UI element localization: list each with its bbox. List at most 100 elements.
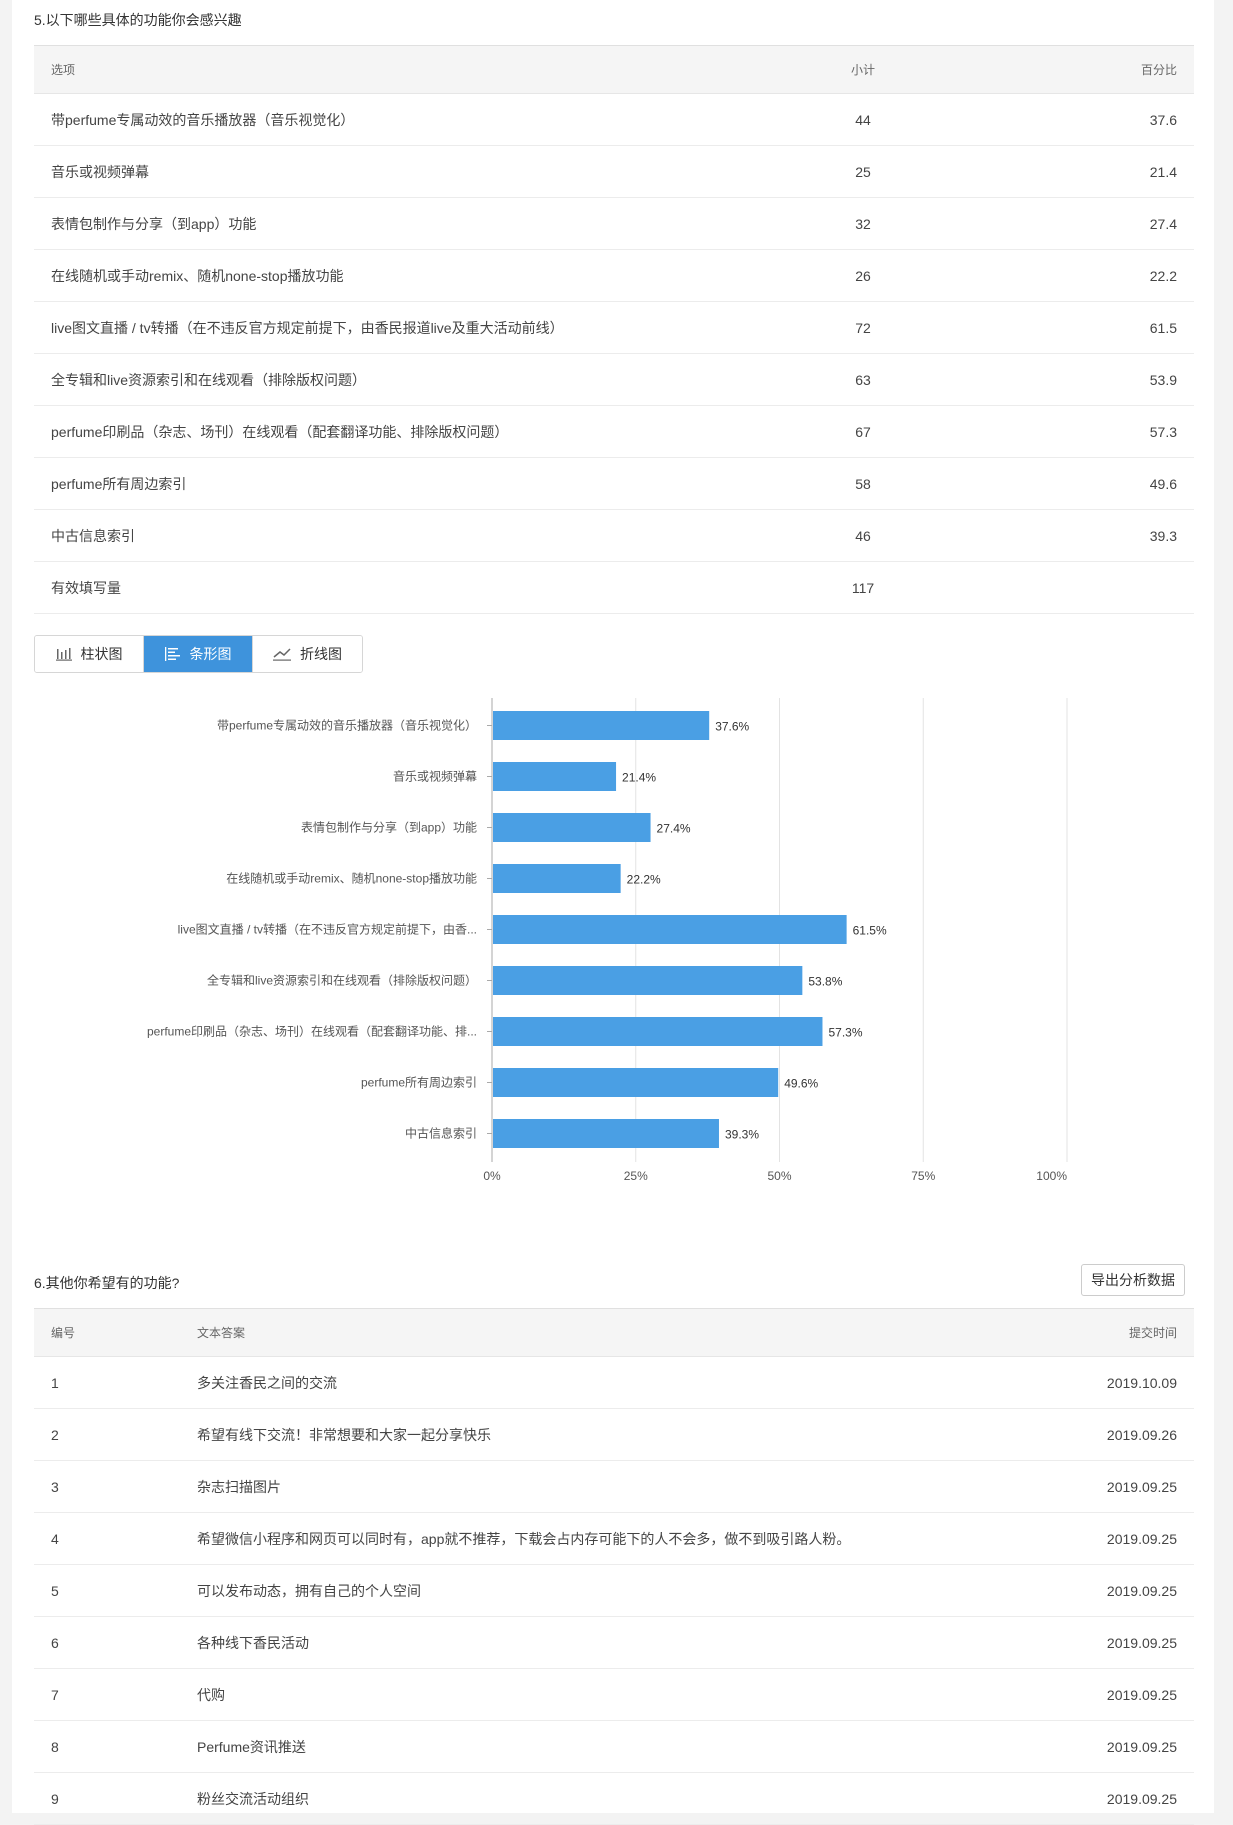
answer-cell: 希望微信小程序和网页可以同时有，app就不推荐，下载会占内存可能下的人不会多，做… <box>180 1512 980 1565</box>
export-analysis-button[interactable]: 导出分析数据 <box>1081 1264 1185 1296</box>
valid-label: 有效填写量 <box>34 561 786 614</box>
answer-cell: 各种线下香民活动 <box>180 1616 980 1669</box>
x-tick-label: 25% <box>624 1169 648 1183</box>
option-cell: live图文直播 / tv转播（在不违反官方规定前提下，由香民报道live及重大… <box>34 301 786 354</box>
header-count: 小计 <box>786 45 940 94</box>
count-cell: 46 <box>786 509 940 562</box>
id-cell: 1 <box>34 1356 180 1409</box>
category-label: perfume印刷品（杂志、场刊）在线观看（配套翻译功能、排... <box>147 1025 477 1039</box>
id-cell: 5 <box>34 1564 180 1617</box>
x-tick-label: 0% <box>483 1169 501 1183</box>
table-row: live图文直播 / tv转播（在不违反官方规定前提下，由香民报道live及重大… <box>34 301 1194 354</box>
count-cell: 32 <box>786 197 940 250</box>
bar <box>493 1068 779 1097</box>
time-cell: 2019.09.25 <box>980 1512 1194 1565</box>
header-percent: 百分比 <box>940 45 1194 94</box>
data-label: 27.4% <box>657 822 691 836</box>
table-row: 2 希望有线下交流！非常想要和大家一起分享快乐 2019.09.26 <box>34 1408 1194 1461</box>
header-time: 提交时间 <box>980 1308 1194 1357</box>
table-row: 在线随机或手动remix、随机none-stop播放功能 26 22.2 <box>34 249 1194 302</box>
horizontal-bar-chart: 0% 25% 50% 75% 100% 带perfume专属动效的音乐播放器（音乐视觉化）… <box>147 698 1068 1183</box>
table-row: 1 多关注香民之间的交流 2019.10.09 <box>34 1356 1194 1409</box>
count-cell: 72 <box>786 301 940 354</box>
category-label: 带perfume专属动效的音乐播放器（音乐视觉化） <box>217 718 477 733</box>
table-row: 全专辑和live资源索引和在线观看（排除版权问题） 63 53.9 <box>34 353 1194 406</box>
tab-label: 折线图 <box>300 646 342 662</box>
bar <box>493 915 847 944</box>
answer-cell: 可以发布动态，拥有自己的个人空间 <box>180 1564 980 1617</box>
category-label: 全专辑和live资源索引和在线观看（排除版权问题） <box>207 973 477 988</box>
x-tick-label: 50% <box>767 1169 791 1183</box>
table-row: perfume所有周边索引 58 49.6 <box>34 457 1194 510</box>
question-5-table: 选项 小计 百分比 带perfume专属动效的音乐播放器（音乐视觉化） 44 37.… <box>34 45 1194 614</box>
id-cell: 4 <box>34 1512 180 1565</box>
data-label: 37.6% <box>715 720 749 734</box>
table-header-row: 选项 小计 百分比 <box>34 45 1194 94</box>
category-label: 中古信息索引 <box>405 1126 477 1141</box>
time-cell: 2019.09.26 <box>980 1408 1194 1461</box>
question-6-title: 6.其他你希望有的功能? <box>34 1275 180 1291</box>
table-row: 表情包制作与分享（到app）功能 32 27.4 <box>34 197 1194 250</box>
bar-chart-icon <box>55 648 72 661</box>
option-cell: 音乐或视频弹幕 <box>34 145 786 198</box>
percent-cell: 22.2 <box>940 249 1194 302</box>
option-cell: 中古信息索引 <box>34 509 786 562</box>
answer-cell: 代购 <box>180 1668 980 1721</box>
time-cell: 2019.09.25 <box>980 1772 1194 1825</box>
time-cell: 2019.09.25 <box>980 1460 1194 1513</box>
line-chart-icon <box>273 648 291 661</box>
table-row: 带perfume专属动效的音乐播放器（音乐视觉化） 44 37.6 <box>34 93 1194 146</box>
percent-cell: 61.5 <box>940 301 1194 354</box>
table-row: 6 各种线下香民活动 2019.09.25 <box>34 1616 1194 1669</box>
header-id: 编号 <box>34 1308 180 1357</box>
bar <box>493 762 617 791</box>
header-answer: 文本答案 <box>180 1308 980 1357</box>
percent-cell: 21.4 <box>940 145 1194 198</box>
table-row: 5 可以发布动态，拥有自己的个人空间 2019.09.25 <box>34 1564 1194 1617</box>
option-cell: perfume所有周边索引 <box>34 457 786 510</box>
category-label: 在线随机或手动remix、随机none-stop播放功能 <box>226 871 477 886</box>
id-cell: 2 <box>34 1408 180 1461</box>
id-cell: 3 <box>34 1460 180 1513</box>
time-cell: 2019.10.09 <box>980 1356 1194 1409</box>
data-label: 22.2% <box>627 873 661 887</box>
time-cell: 2019.09.25 <box>980 1616 1194 1669</box>
category-label: live图文直播 / tv转播（在不违反官方规定前提下，由香... <box>178 922 477 937</box>
table-row: 7 代购 2019.09.25 <box>34 1668 1194 1721</box>
tab-label: 柱状图 <box>80 646 123 662</box>
id-cell: 8 <box>34 1720 180 1773</box>
bar <box>493 711 710 740</box>
table-row: 3 杂志扫描图片 2019.09.25 <box>34 1460 1194 1513</box>
tab-line-chart[interactable]: 折线图 <box>253 636 362 672</box>
category-label: 表情包制作与分享（到app）功能 <box>301 820 477 835</box>
count-cell: 67 <box>786 405 940 458</box>
percent-cell: 57.3 <box>940 405 1194 458</box>
answer-cell: 杂志扫描图片 <box>180 1460 980 1513</box>
bar <box>493 864 621 893</box>
percent-cell: 27.4 <box>940 197 1194 250</box>
tab-horizontal-bar-chart[interactable]: 条形图 <box>144 636 253 672</box>
answer-cell: 希望有线下交流！非常想要和大家一起分享快乐 <box>180 1408 980 1461</box>
answer-cell: Perfume资讯推送 <box>180 1720 980 1773</box>
option-cell: 全专辑和live资源索引和在线观看（排除版权问题） <box>34 353 786 406</box>
percent-cell: 37.6 <box>940 93 1194 146</box>
category-label: 音乐或视频弹幕 <box>393 769 477 784</box>
table-row: 8 Perfume资讯推送 2019.09.25 <box>34 1720 1194 1773</box>
option-cell: 在线随机或手动remix、随机none-stop播放功能 <box>34 249 786 302</box>
bar <box>493 966 803 995</box>
horizontal-bar-icon <box>164 647 180 661</box>
table-row: 中古信息索引 46 39.3 <box>34 509 1194 562</box>
data-label: 39.3% <box>725 1128 759 1142</box>
tab-bar-chart[interactable]: 柱状图 <box>35 636 144 672</box>
empty-cell <box>940 561 1194 614</box>
time-cell: 2019.09.25 <box>980 1720 1194 1773</box>
answer-cell: 多关注香民之间的交流 <box>180 1356 980 1409</box>
table-header-row: 编号 文本答案 提交时间 <box>34 1308 1194 1357</box>
x-tick-label: 75% <box>911 1169 935 1183</box>
bar <box>493 813 651 842</box>
table-row: 9 粉丝交流活动组织 2019.09.25 <box>34 1772 1194 1825</box>
answer-cell: 粉丝交流活动组织 <box>180 1772 980 1825</box>
data-label: 57.3% <box>828 1026 862 1040</box>
chart-type-tabs: 柱状图 条形图 折线图 <box>34 635 363 673</box>
option-cell: 表情包制作与分享（到app）功能 <box>34 197 786 250</box>
